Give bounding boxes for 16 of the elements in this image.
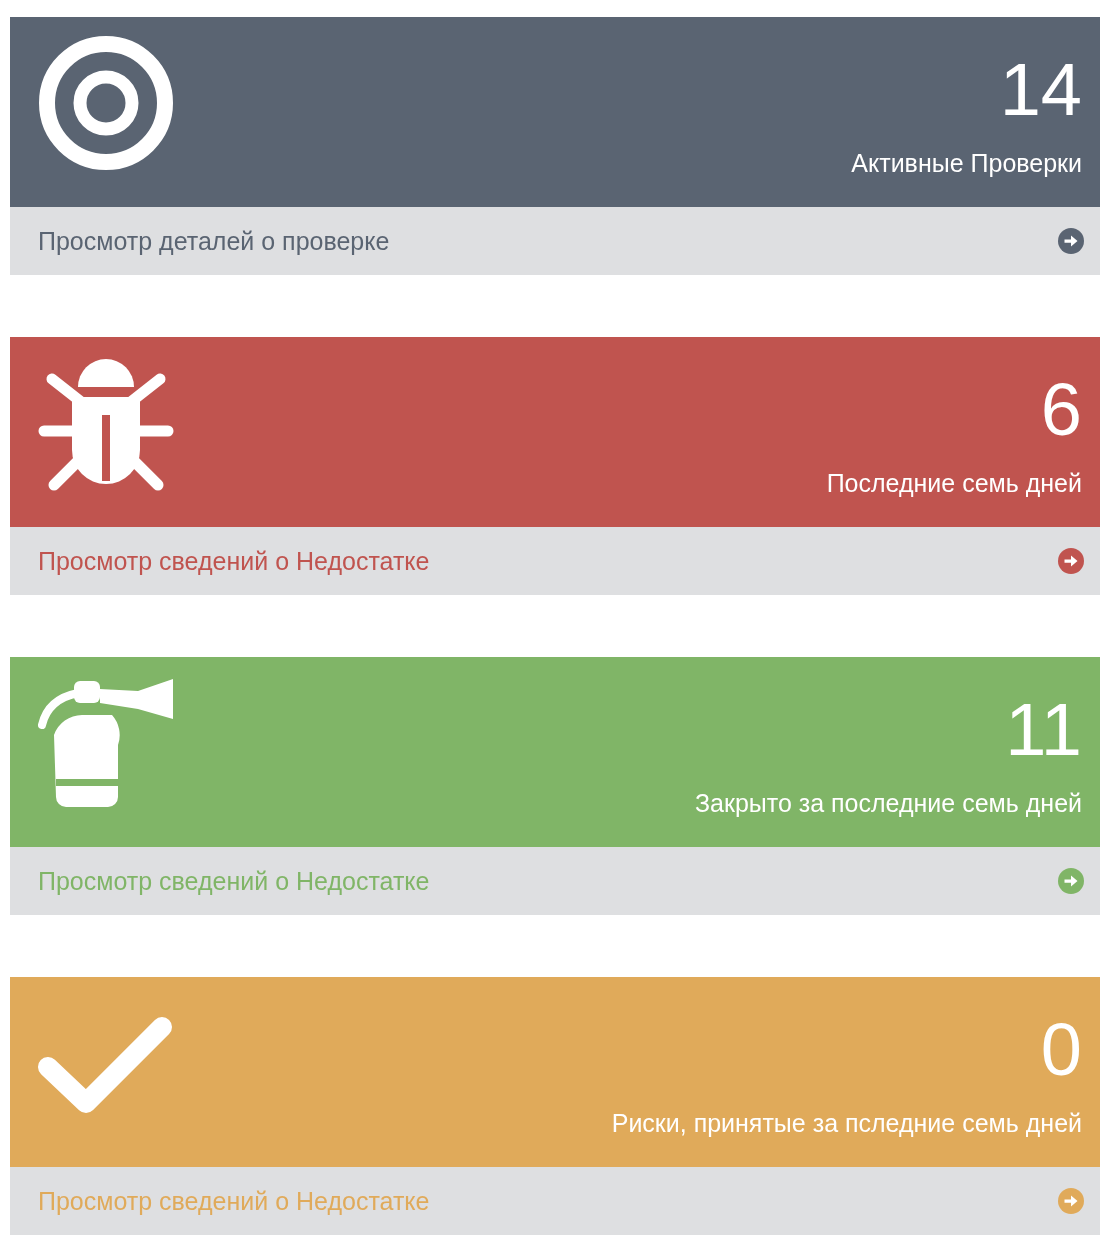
count-value: 11 xyxy=(1005,693,1082,767)
count-value: 0 xyxy=(1040,1013,1082,1087)
arrow-circle-icon xyxy=(1058,228,1084,254)
details-link[interactable]: Просмотр сведений о Недостатке xyxy=(10,847,1100,915)
panel-title: Закрыто за последние семь дней xyxy=(694,789,1082,818)
count-value: 14 xyxy=(999,53,1082,127)
arrow-circle-icon xyxy=(1058,1188,1084,1214)
arrow-circle-icon xyxy=(1058,548,1084,574)
panel-title: Активные Проверки xyxy=(851,149,1082,178)
details-link[interactable]: Просмотр сведений о Недостатке xyxy=(10,527,1100,595)
panel-title: Риски, принятые за пследние семь дней xyxy=(611,1109,1082,1138)
count-value: 6 xyxy=(1040,373,1082,447)
details-link[interactable]: Просмотр деталей о проверке xyxy=(10,207,1100,275)
target-icon xyxy=(38,35,174,171)
arrow-circle-icon xyxy=(1058,868,1084,894)
panel-title: Последние семь дней xyxy=(826,469,1082,498)
